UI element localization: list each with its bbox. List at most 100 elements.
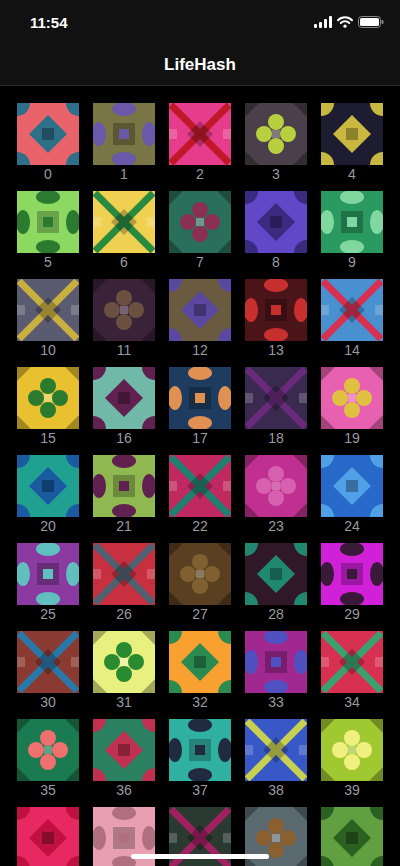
tile-cell[interactable]: 23: [245, 455, 307, 535]
lifehash-icon[interactable]: [245, 103, 307, 165]
tile-grid-scroll[interactable]: 0123456789101112131415161718192021222324…: [0, 86, 400, 866]
tile-cell[interactable]: 20: [17, 455, 79, 535]
tile-label: 32: [192, 693, 208, 711]
lifehash-icon[interactable]: [93, 543, 155, 605]
lifehash-icon[interactable]: [321, 455, 383, 517]
wifi-icon: [337, 16, 353, 28]
tile-label: 23: [268, 517, 284, 535]
lifehash-icon[interactable]: [93, 191, 155, 253]
tile-cell[interactable]: 22: [169, 455, 231, 535]
lifehash-icon[interactable]: [245, 631, 307, 693]
tile-cell[interactable]: 31: [93, 631, 155, 711]
lifehash-icon[interactable]: [169, 103, 231, 165]
tile-cell[interactable]: 12: [169, 279, 231, 359]
lifehash-icon[interactable]: [321, 543, 383, 605]
lifehash-icon[interactable]: [93, 455, 155, 517]
tile-cell[interactable]: 18: [245, 367, 307, 447]
tile-label: 12: [192, 341, 208, 359]
tile-cell[interactable]: 7: [169, 191, 231, 271]
lifehash-icon[interactable]: [17, 367, 79, 429]
lifehash-icon[interactable]: [17, 279, 79, 341]
lifehash-icon[interactable]: [17, 543, 79, 605]
tile-cell[interactable]: 6: [93, 191, 155, 271]
tile-cell[interactable]: 5: [17, 191, 79, 271]
tile-cell[interactable]: 10: [17, 279, 79, 359]
lifehash-icon[interactable]: [321, 279, 383, 341]
tile-cell[interactable]: 4: [321, 103, 383, 183]
tile-cell[interactable]: 11: [93, 279, 155, 359]
lifehash-icon[interactable]: [321, 719, 383, 781]
lifehash-icon[interactable]: [321, 631, 383, 693]
tile-cell[interactable]: 1: [93, 103, 155, 183]
tile-cell[interactable]: 16: [93, 367, 155, 447]
tile-label: 5: [44, 253, 52, 271]
tile-cell[interactable]: 26: [93, 543, 155, 623]
nav-title: LifeHash: [164, 55, 236, 75]
tile-cell[interactable]: 30: [17, 631, 79, 711]
tile-cell[interactable]: 0: [17, 103, 79, 183]
tile-label: 22: [192, 517, 208, 535]
tile-cell[interactable]: 38: [245, 719, 307, 799]
lifehash-icon[interactable]: [17, 631, 79, 693]
tile-label: 16: [116, 429, 132, 447]
lifehash-icon[interactable]: [93, 279, 155, 341]
tile-cell[interactable]: 27: [169, 543, 231, 623]
lifehash-icon[interactable]: [245, 719, 307, 781]
tile-cell[interactable]: 8: [245, 191, 307, 271]
tile-label: 10: [40, 341, 56, 359]
tile-cell[interactable]: 15: [17, 367, 79, 447]
tile-cell[interactable]: [321, 807, 383, 866]
lifehash-icon[interactable]: [245, 455, 307, 517]
tile-cell[interactable]: 34: [321, 631, 383, 711]
lifehash-icon[interactable]: [245, 279, 307, 341]
tile-label: 35: [40, 781, 56, 799]
tile-cell[interactable]: 13: [245, 279, 307, 359]
lifehash-icon[interactable]: [169, 279, 231, 341]
home-indicator[interactable]: [131, 854, 269, 859]
tile-cell[interactable]: 17: [169, 367, 231, 447]
lifehash-icon[interactable]: [321, 191, 383, 253]
tile-cell[interactable]: 37: [169, 719, 231, 799]
lifehash-icon[interactable]: [169, 543, 231, 605]
tile-cell[interactable]: 32: [169, 631, 231, 711]
lifehash-icon[interactable]: [169, 631, 231, 693]
tile-cell[interactable]: 3: [245, 103, 307, 183]
lifehash-icon[interactable]: [17, 191, 79, 253]
lifehash-icon[interactable]: [93, 631, 155, 693]
lifehash-icon[interactable]: [17, 807, 79, 866]
lifehash-icon[interactable]: [93, 367, 155, 429]
tile-cell[interactable]: 21: [93, 455, 155, 535]
tile-cell[interactable]: 29: [321, 543, 383, 623]
tile-cell[interactable]: 19: [321, 367, 383, 447]
tile-cell[interactable]: 33: [245, 631, 307, 711]
tile-label: 15: [40, 429, 56, 447]
lifehash-icon[interactable]: [169, 455, 231, 517]
status-bar: 11:54: [0, 0, 400, 44]
tile-cell[interactable]: 2: [169, 103, 231, 183]
lifehash-icon[interactable]: [169, 719, 231, 781]
lifehash-icon[interactable]: [169, 191, 231, 253]
lifehash-icon[interactable]: [169, 367, 231, 429]
tile-cell[interactable]: 35: [17, 719, 79, 799]
lifehash-icon[interactable]: [93, 103, 155, 165]
tile-cell[interactable]: 24: [321, 455, 383, 535]
lifehash-icon[interactable]: [321, 807, 383, 866]
lifehash-icon[interactable]: [321, 103, 383, 165]
tile-cell[interactable]: 9: [321, 191, 383, 271]
tile-cell[interactable]: [17, 807, 79, 866]
lifehash-icon[interactable]: [321, 367, 383, 429]
lifehash-icon[interactable]: [245, 543, 307, 605]
tile-cell[interactable]: 36: [93, 719, 155, 799]
tile-cell[interactable]: 14: [321, 279, 383, 359]
lifehash-icon[interactable]: [17, 719, 79, 781]
lifehash-icon[interactable]: [17, 455, 79, 517]
tile-label: 31: [116, 693, 132, 711]
tile-cell[interactable]: 28: [245, 543, 307, 623]
lifehash-icon[interactable]: [245, 367, 307, 429]
tile-label: 13: [268, 341, 284, 359]
tile-cell[interactable]: 25: [17, 543, 79, 623]
tile-cell[interactable]: 39: [321, 719, 383, 799]
lifehash-icon[interactable]: [245, 191, 307, 253]
lifehash-icon[interactable]: [17, 103, 79, 165]
lifehash-icon[interactable]: [93, 719, 155, 781]
